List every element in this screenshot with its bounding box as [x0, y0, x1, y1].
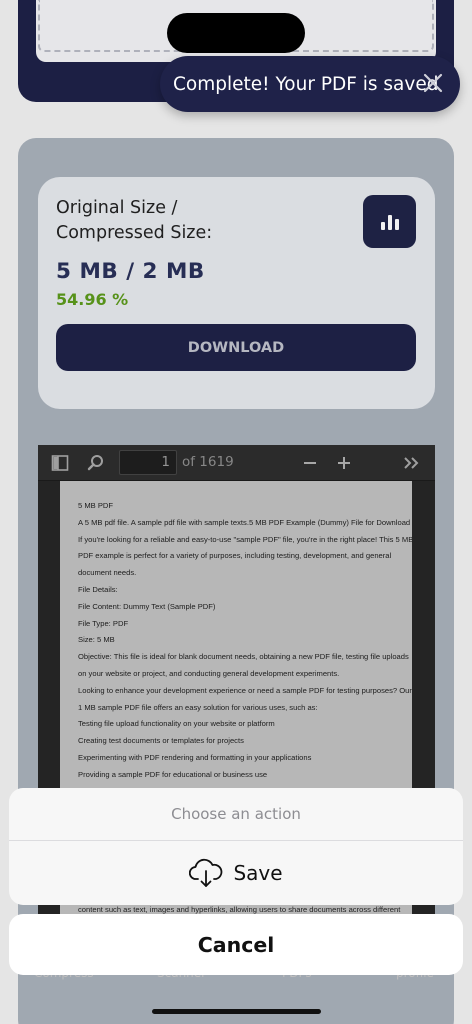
dynamic-island	[167, 13, 305, 53]
success-toast: Complete! Your PDF is saved	[160, 56, 460, 112]
save-button[interactable]: Save	[9, 841, 463, 905]
pdf-text-line: content such as text, images and hyperli…	[78, 905, 401, 914]
save-label: Save	[233, 861, 283, 885]
cancel-button[interactable]: Cancel	[9, 914, 463, 975]
home-indicator	[152, 1009, 321, 1014]
action-sheet: Choose an action Save	[9, 788, 463, 905]
toast-message: Complete! Your PDF is saved	[173, 73, 439, 95]
close-icon[interactable]	[422, 72, 444, 94]
action-sheet-title: Choose an action	[9, 788, 463, 841]
cloud-download-icon	[189, 858, 223, 887]
